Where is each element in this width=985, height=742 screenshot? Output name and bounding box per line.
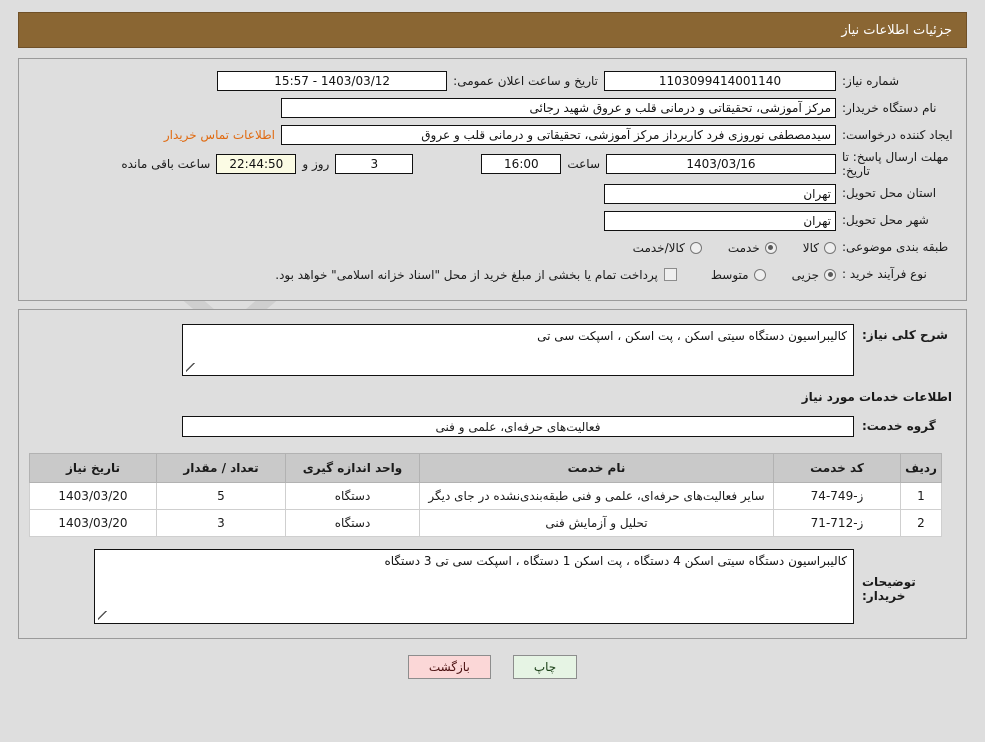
cell-need-date: 1403/03/20 (29, 481, 157, 510)
creator-label: ایجاد کننده درخواست: (842, 127, 953, 142)
process-radio-group: جزیی متوسط (685, 268, 836, 282)
action-button-bar: چاپ بازگشت (0, 654, 985, 679)
row-service-group: گروه خدمت: فعالیت‌های حرفه‌ای، علمی و فن… (31, 415, 954, 437)
announce-value: 1403/03/12 - 15:57 (217, 71, 448, 91)
service-group-label: گروه خدمت: (862, 419, 936, 434)
treasury-checkbox-row[interactable]: پرداخت تمام یا بخشی از مبلغ خرید از محل … (275, 268, 677, 282)
process-option-label: جزیی (791, 267, 819, 282)
buyer-org-label: نام دستگاه خریدار: (842, 100, 937, 115)
process-option-motavaset[interactable]: متوسط (711, 268, 766, 282)
cell-service-name: تحلیل و آزمایش فنی (419, 508, 774, 537)
cell-radif: 1 (900, 481, 942, 510)
back-button[interactable]: بازگشت (407, 654, 491, 679)
row-process-type: نوع فرآیند خرید : جزیی متوسط پرداخت تمام… (31, 263, 954, 287)
checkbox-icon[interactable] (663, 268, 677, 282)
category-option-label: کالا/خدمت (632, 240, 685, 255)
process-option-jozei[interactable]: جزیی (792, 268, 836, 282)
category-option-label: خدمت (727, 240, 760, 255)
buyer-org-value: مرکز آموزشی، تحقیقاتی و درمانی قلب و عرو… (281, 98, 836, 118)
col-radif: ردیف (900, 452, 942, 483)
row-category: طبقه بندی موضوعی: کالا خدمت کالا/خدمت (31, 236, 954, 260)
cell-radif: 2 (900, 508, 942, 537)
countdown-timer-value: 22:44:50 (216, 154, 297, 175)
row-buyer-notes: توضیحات خریدار: کالیبراسیون دستگاه سیتی … (31, 548, 954, 624)
radio-icon[interactable] (824, 241, 836, 254)
cell-need-date: 1403/03/20 (29, 508, 157, 537)
category-option-kala[interactable]: کالا (803, 241, 836, 255)
announce-label: تاریخ و ساعت اعلان عمومی: (453, 74, 598, 88)
category-label: طبقه بندی موضوعی: (842, 240, 949, 255)
table-row: 1 ز-749-74 سایر فعالیت‌های حرفه‌ای، علمی… (29, 481, 942, 510)
services-section-title: اطلاعات خدمات مورد نیاز (801, 389, 952, 404)
deadline-date-value: 1403/03/16 (606, 154, 836, 175)
buyer-contact-link[interactable]: اطلاعات تماس خریدار (158, 128, 281, 142)
row-request-creator: ایجاد کننده درخواست: سیدمصطفی نوروزی فرد… (31, 123, 954, 147)
process-option-label: متوسط (710, 267, 749, 282)
category-option-kala-khedmat[interactable]: کالا/خدمت (633, 241, 702, 255)
buyer-notes-textarea[interactable]: کالیبراسیون دستگاه سیتی اسکن 4 دستگاه ، … (94, 548, 854, 624)
radio-icon-selected[interactable] (824, 268, 836, 281)
province-value: تهران (604, 183, 836, 204)
table-header-row: ردیف کد خدمت نام خدمت واحد اندازه گیری ت… (29, 452, 942, 483)
need-info-panel: شماره نیاز: 1103099414001140 تاریخ و ساع… (18, 58, 967, 301)
print-button[interactable]: چاپ (512, 654, 578, 679)
treasury-checkbox-label: پرداخت تمام یا بخشی از مبلغ خرید از محل … (275, 267, 658, 282)
col-need-date: تاریخ نیاز (29, 452, 157, 483)
row-deadline: مهلت ارسال پاسخ: تا تاریخ: 1403/03/16 سا… (31, 150, 954, 179)
need-number-value: 1103099414001140 (604, 71, 836, 91)
need-number-label: شماره نیاز: (842, 73, 899, 88)
cell-unit: دستگاه (285, 481, 420, 510)
row-province: استان محل تحویل: تهران (31, 182, 954, 206)
radio-icon-selected[interactable] (764, 241, 777, 254)
radio-icon[interactable] (689, 241, 702, 254)
page-root: جزئیات اطلاعات نیاز شماره نیاز: 11030994… (0, 12, 985, 679)
col-service-code: کد خدمت (773, 452, 901, 483)
cell-service-code: ز-749-74 (773, 481, 901, 510)
city-value: تهران (604, 210, 836, 231)
category-option-label: کالا (802, 240, 819, 255)
deadline-time-value: 16:00 (481, 154, 562, 175)
service-group-value: فعالیت‌های حرفه‌ای، علمی و فنی (182, 415, 854, 437)
cell-quantity: 5 (156, 481, 286, 510)
service-details-panel: شرح کلی نیاز: کالیبراسیون دستگاه سیتی اس… (18, 308, 967, 639)
need-desc-label: شرح کلی نیاز: (862, 327, 948, 342)
row-city: شهر محل تحویل: تهران (31, 209, 954, 233)
province-label: استان محل تحویل: (842, 186, 937, 201)
city-label: شهر محل تحویل: (842, 213, 929, 228)
row-buyer-org: نام دستگاه خریدار: مرکز آموزشی، تحقیقاتی… (31, 96, 954, 120)
deadline-hour-label: ساعت (567, 157, 600, 172)
process-label: نوع فرآیند خرید : (842, 267, 927, 282)
row-need-description: شرح کلی نیاز: کالیبراسیون دستگاه سیتی اس… (31, 323, 954, 376)
creator-value: سیدمصطفی نوروزی فرد کاربرداز مرکز آموزشی… (281, 125, 836, 145)
page-header: جزئیات اطلاعات نیاز (18, 12, 967, 48)
page-title: جزئیات اطلاعات نیاز (841, 22, 952, 38)
remaining-days-label: روز و (302, 157, 330, 172)
services-table-wrapper: ردیف کد خدمت نام خدمت واحد اندازه گیری ت… (29, 452, 942, 537)
radio-icon[interactable] (753, 268, 766, 281)
category-option-khedmat[interactable]: خدمت (728, 241, 777, 255)
cell-quantity: 3 (156, 508, 286, 537)
table-row: 2 ز-712-71 تحلیل و آزمایش فنی دستگاه 3 1… (29, 508, 942, 537)
cell-service-name: سایر فعالیت‌های حرفه‌ای، علمی و فنی طبقه… (419, 481, 774, 510)
col-quantity: تعداد / مقدار (156, 452, 286, 483)
col-service-name: نام خدمت (419, 452, 774, 483)
services-table: ردیف کد خدمت نام خدمت واحد اندازه گیری ت… (29, 452, 942, 537)
remaining-hours-label: ساعت باقی مانده (121, 157, 211, 172)
cell-service-code: ز-712-71 (773, 508, 901, 537)
deadline-label: مهلت ارسال پاسخ: تا تاریخ: (842, 150, 949, 179)
cell-unit: دستگاه (285, 508, 420, 537)
remaining-days-value: 3 (335, 154, 414, 175)
need-desc-textarea[interactable]: کالیبراسیون دستگاه سیتی اسکن ، پت اسکن ،… (182, 323, 854, 376)
category-radio-group: کالا خدمت کالا/خدمت (607, 241, 836, 255)
col-unit: واحد اندازه گیری (285, 452, 420, 483)
row-need-number: شماره نیاز: 1103099414001140 تاریخ و ساع… (31, 69, 954, 93)
buyer-notes-label: توضیحات خریدار: (862, 574, 916, 603)
